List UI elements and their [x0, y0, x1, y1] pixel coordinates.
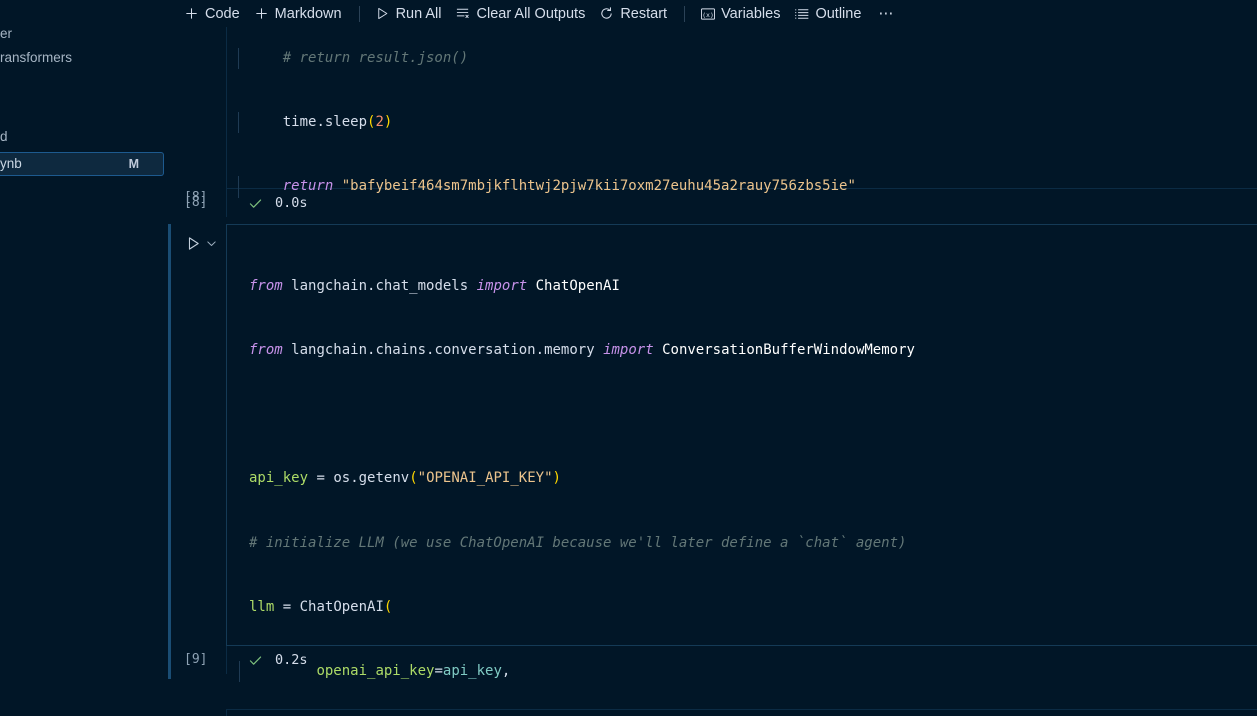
code-line: api_key = os.getenv("OPENAI_API_KEY")	[249, 470, 561, 487]
restart-label: Restart	[620, 5, 668, 22]
clear-all-outputs-label: Clear All Outputs	[476, 5, 586, 22]
explorer-item-1[interactable]: ransformers	[0, 47, 164, 69]
explorer-item-label: d	[0, 129, 8, 144]
git-status-badge: M	[128, 157, 139, 171]
variables-label: Variables	[721, 5, 781, 22]
toolbar-overflow-button[interactable]: ⋯	[873, 6, 900, 21]
cell-source-code[interactable]: from langchain.chat_models import ChatOp…	[227, 225, 1257, 716]
explorer-item-2[interactable]: d	[0, 126, 164, 148]
explorer-item-0[interactable]: er	[0, 27, 164, 45]
notebook-cell-9[interactable]: from langchain.chat_models import ChatOp…	[168, 224, 1257, 683]
notebook-cell-next[interactable]	[168, 709, 1257, 716]
explorer-item-label: ransformers	[0, 50, 73, 65]
cell-editor[interactable]	[226, 709, 1257, 716]
code-line: # initialize LLM (we use ChatOpenAI beca…	[249, 534, 907, 551]
check-icon	[247, 652, 263, 668]
restart-button[interactable]: Restart	[593, 3, 672, 25]
restart-icon	[598, 5, 615, 22]
cell-elapsed-time: 0.0s	[275, 195, 308, 211]
cell-editor[interactable]: from langchain.chat_models import ChatOp…	[226, 224, 1257, 683]
variables-icon: (x)	[699, 5, 716, 22]
code-line: time.sleep(2)	[238, 112, 1257, 134]
run-all-button[interactable]: Run All	[369, 3, 447, 25]
cell-status-row: [8] 0.0s	[168, 189, 1257, 217]
run-all-label: Run All	[395, 5, 442, 22]
explorer-item-label: ynb	[0, 156, 22, 171]
code-line: from langchain.chains.conversation.memor…	[249, 342, 915, 359]
explorer-panel: er ransformers d ynb M	[0, 27, 168, 716]
plus-icon	[183, 5, 200, 22]
plus-icon	[253, 5, 270, 22]
outline-button[interactable]: Outline	[788, 3, 866, 25]
explorer-item-label: er	[0, 27, 13, 41]
cell-gutter	[168, 224, 226, 679]
svg-text:(x): (x)	[702, 10, 714, 18]
add-code-cell-button[interactable]: Code	[178, 3, 245, 25]
check-icon	[247, 195, 263, 211]
execution-count-8: [8]	[184, 195, 208, 210]
add-markdown-cell-button[interactable]: Markdown	[248, 3, 347, 25]
toolbar-separator-1	[358, 5, 360, 22]
outline-icon	[793, 5, 810, 22]
toolbar-separator-2	[684, 5, 686, 22]
clear-outputs-icon	[455, 5, 472, 22]
cell-status-area: 0.0s	[226, 189, 1257, 217]
code-line: # return result.json()	[238, 47, 1257, 70]
outline-label: Outline	[815, 5, 862, 22]
cell-elapsed-time: 0.2s	[275, 652, 308, 668]
play-icon	[374, 5, 391, 22]
cell-editor[interactable]: # return result.json() time.sleep(2) ret…	[226, 27, 1257, 391]
chevron-down-icon[interactable]	[204, 232, 218, 254]
variables-button[interactable]: (x) Variables	[694, 3, 785, 25]
code-line: from langchain.chat_models import ChatOp…	[249, 277, 620, 294]
execution-count-9: [9]	[184, 652, 208, 667]
clear-all-outputs-button[interactable]: Clear All Outputs	[450, 3, 591, 25]
code-line: llm = ChatOpenAI(	[249, 598, 393, 615]
run-cell-button[interactable]	[182, 232, 204, 254]
add-markdown-cell-label: Markdown	[274, 5, 342, 22]
vscode-notebook-window: Code Markdown Run All Clear All Outputs	[0, 0, 1257, 716]
add-code-cell-label: Code	[205, 5, 240, 22]
cell-status-row: [9] 0.2s	[168, 646, 1257, 674]
notebook-cell-8[interactable]: [8] # return result.json() time.sleep(2)…	[168, 27, 1257, 391]
cell-status-area: 0.2s	[226, 646, 1257, 674]
notebook-editor[interactable]: [8] # return result.json() time.sleep(2)…	[168, 27, 1257, 716]
notebook-toolbar: Code Markdown Run All Clear All Outputs	[0, 0, 1257, 27]
explorer-item-notebook-selected[interactable]: ynb M	[0, 152, 164, 176]
